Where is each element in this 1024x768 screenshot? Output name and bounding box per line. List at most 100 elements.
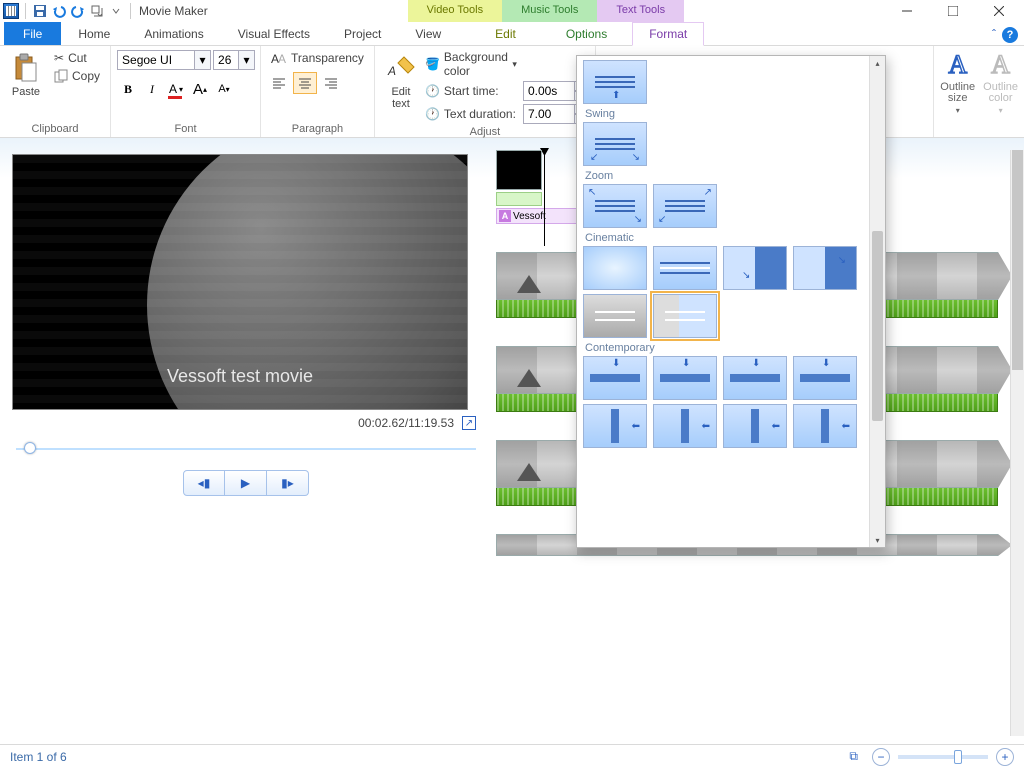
svg-text:A: A: [387, 64, 396, 78]
clock-icon: 🕐: [425, 107, 440, 121]
tab-text-format[interactable]: Format: [632, 22, 704, 46]
effect-item[interactable]: ↖↘: [583, 184, 647, 228]
grow-font-button[interactable]: A▴: [189, 78, 211, 100]
paste-icon: [10, 52, 42, 84]
qat-undo-icon[interactable]: [50, 2, 68, 20]
window-title: Movie Maker: [139, 4, 208, 18]
scissors-icon: ✂: [54, 51, 64, 65]
edit-text-button[interactable]: A Edit text: [381, 50, 421, 112]
effect-item[interactable]: ⬇: [723, 356, 787, 400]
outline-size-button[interactable]: A Outline size ▾: [940, 50, 975, 115]
svg-text:A: A: [278, 52, 286, 65]
prev-frame-button[interactable]: ◂▮: [183, 470, 225, 496]
effects-scrollbar[interactable]: ▴▾: [869, 56, 885, 547]
title-bar: Movie Maker Video Tools Music Tools Text…: [0, 0, 1024, 22]
group-outline: A Outline size ▾ A Outline color ▾: [933, 46, 1024, 137]
window-maximize-button[interactable]: [930, 0, 976, 22]
help-icon[interactable]: ?: [1002, 27, 1018, 43]
start-time-label: Start time:: [444, 84, 499, 98]
align-right-button[interactable]: [319, 72, 343, 94]
paste-button[interactable]: Paste: [6, 50, 46, 100]
preview-pane: Vessoft test movie 00:02.62/11:19.53 ↗ ◂…: [0, 138, 492, 744]
app-icon[interactable]: [2, 2, 20, 20]
tab-video-edit[interactable]: Edit: [478, 22, 533, 45]
effect-item[interactable]: ↙↘: [583, 122, 647, 166]
font-color-button[interactable]: A▾: [165, 78, 187, 100]
qat-redo-icon[interactable]: [69, 2, 87, 20]
tab-project[interactable]: Project: [327, 22, 398, 45]
timeline-scrollbar[interactable]: [1010, 150, 1024, 736]
qat-more-icon[interactable]: [88, 2, 106, 20]
outline-color-button[interactable]: A Outline color ▾: [983, 50, 1018, 115]
align-left-button[interactable]: [267, 72, 291, 94]
window-close-button[interactable]: [976, 0, 1022, 22]
next-frame-button[interactable]: ▮▸: [267, 470, 309, 496]
caption-track[interactable]: [496, 192, 542, 206]
italic-button[interactable]: I: [141, 78, 163, 100]
quick-access-toolbar: [2, 2, 135, 20]
window-minimize-button[interactable]: [884, 0, 930, 22]
contextual-tab-text: Text Tools: [597, 0, 684, 22]
font-family-combo[interactable]: ▾: [117, 50, 211, 70]
effect-category-swing: Swing: [585, 108, 863, 120]
bold-button[interactable]: B: [117, 78, 139, 100]
tab-file[interactable]: File: [4, 22, 61, 45]
preview-monitor[interactable]: Vessoft test movie: [12, 154, 468, 410]
qat-customize-icon[interactable]: [107, 2, 125, 20]
effect-item[interactable]: ⬅: [793, 404, 857, 448]
effect-category-zoom: Zoom: [585, 170, 863, 182]
effect-item[interactable]: ↘: [793, 246, 857, 290]
font-size-combo[interactable]: ▾: [213, 50, 255, 70]
effect-item[interactable]: [583, 294, 647, 338]
playhead[interactable]: [544, 150, 545, 246]
align-center-button[interactable]: [293, 72, 317, 94]
zoom-in-button[interactable]: +: [996, 748, 1014, 766]
effect-item[interactable]: ⬇: [653, 356, 717, 400]
status-item-count: Item 1 of 6: [10, 750, 67, 764]
playback-controls: ◂▮ ▶ ▮▸: [12, 470, 480, 496]
effect-item[interactable]: ↘: [723, 246, 787, 290]
tab-visual-effects[interactable]: Visual Effects: [221, 22, 327, 45]
cut-button[interactable]: ✂Cut: [50, 50, 104, 66]
effect-item[interactable]: ⬅: [723, 404, 787, 448]
text-effects-gallery: ⬆ Swing ↙↘ Zoom ↖↘ ↗↙ Cinematic ↘ ↘ Cont…: [576, 55, 886, 548]
effect-item[interactable]: ⬅: [583, 404, 647, 448]
transparency-button[interactable]: AA Transparency: [267, 50, 368, 66]
effect-category-cinematic: Cinematic: [585, 232, 863, 244]
clock-icon: 🕐: [425, 84, 440, 98]
transparency-icon: AA: [271, 51, 287, 65]
group-paragraph: AA Transparency Paragraph: [261, 46, 375, 137]
effect-item[interactable]: ⬇: [583, 356, 647, 400]
effect-item[interactable]: ⬇: [793, 356, 857, 400]
tab-view[interactable]: View: [398, 22, 458, 45]
tab-music-options[interactable]: Options: [549, 22, 624, 45]
effect-category-contemporary: Contemporary: [585, 342, 863, 354]
effect-item[interactable]: [583, 246, 647, 290]
qat-save-icon[interactable]: [31, 2, 49, 20]
bgcolor-button[interactable]: 🪣Background color ▾: [425, 50, 517, 78]
seek-bar[interactable]: [16, 442, 476, 456]
text-icon: A: [499, 210, 511, 222]
fullscreen-icon[interactable]: ↗: [462, 416, 476, 430]
zoom-out-button[interactable]: −: [872, 748, 890, 766]
copy-button[interactable]: Copy: [50, 68, 104, 84]
text-duration-label: Text duration:: [444, 107, 516, 121]
tab-home[interactable]: Home: [61, 22, 127, 45]
seek-thumb[interactable]: [24, 442, 36, 454]
view-switch-icon[interactable]: ⧉: [849, 749, 858, 764]
play-button[interactable]: ▶: [225, 470, 267, 496]
shrink-font-button[interactable]: A▾: [213, 78, 235, 100]
preview-caption: Vessoft test movie: [13, 366, 467, 387]
effect-item[interactable]: ↗↙: [653, 184, 717, 228]
zoom-slider[interactable]: [898, 755, 988, 759]
effect-item-selected[interactable]: [653, 294, 717, 338]
zoom-thumb[interactable]: [954, 750, 962, 764]
collapse-ribbon-icon[interactable]: ˆ: [992, 27, 996, 43]
effect-item[interactable]: ⬅: [653, 404, 717, 448]
tab-animations[interactable]: Animations: [127, 22, 220, 45]
effect-item[interactable]: ⬆: [583, 60, 647, 104]
time-display: 00:02.62/11:19.53: [358, 416, 454, 430]
edit-text-icon: A: [385, 52, 417, 84]
effect-item[interactable]: [653, 246, 717, 290]
copy-icon: [54, 69, 68, 83]
